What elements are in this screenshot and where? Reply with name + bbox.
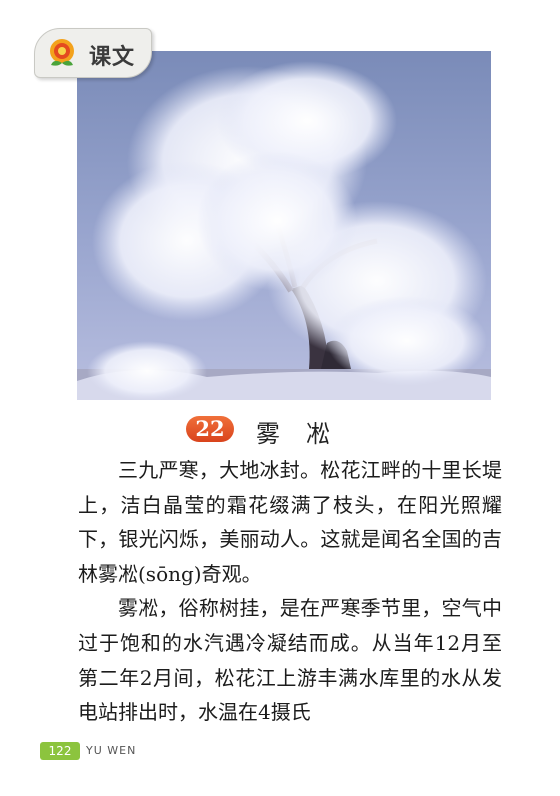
lesson-number-badge: 22 (186, 416, 234, 442)
page-number: 122 (40, 742, 80, 760)
section-badge: 课文 (34, 28, 152, 78)
flower-sun-icon (50, 39, 74, 66)
lesson-body: 三九严寒，大地冰封。松花江畔的十里长堤上，洁白晶莹的霜花缀满了枝头，在阳光照耀下… (78, 453, 502, 730)
paragraph-2: 雾凇，俗称树挂，是在严寒季节里，空气中过于饱和的水汽遇冷凝结而成。从当年12月至… (78, 596, 502, 725)
paragraph-1: 三九严寒，大地冰封。松花江畔的十里长堤上，洁白晶莹的霜花缀满了枝头，在阳光照耀下… (78, 458, 502, 586)
rime-tree-photo (77, 51, 491, 400)
series-name: YU WEN (86, 744, 137, 757)
section-label: 课文 (89, 45, 136, 70)
lesson-title: 雾凇 (256, 420, 356, 448)
lesson-heading: 22 雾凇 (0, 410, 560, 450)
